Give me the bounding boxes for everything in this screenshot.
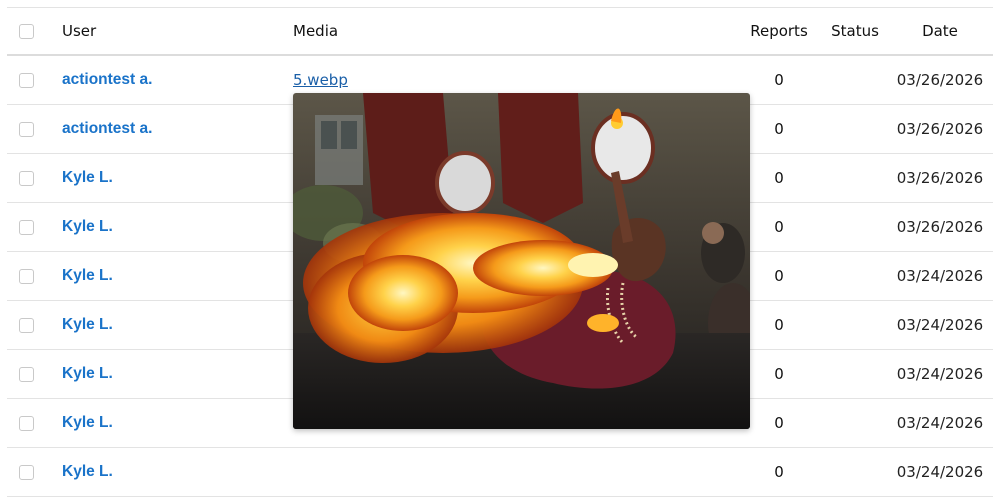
row-checkbox[interactable] (19, 317, 34, 333)
row-checkbox[interactable] (19, 366, 34, 382)
reports-count: 0 (774, 267, 784, 285)
row-checkbox[interactable] (19, 415, 34, 431)
header-status[interactable]: Status (829, 8, 881, 54)
media-link[interactable]: 5.webp (293, 71, 348, 89)
reports-count: 0 (774, 169, 784, 187)
select-all-checkbox[interactable] (19, 23, 34, 39)
media-preview-popup (293, 93, 750, 429)
user-link[interactable]: actiontest a. (62, 71, 152, 89)
row-checkbox[interactable] (19, 464, 34, 480)
table-header-row: User Media Reports Status Date (7, 7, 993, 56)
date-value: 03/24/2026 (896, 316, 984, 334)
media-preview-image (293, 93, 750, 429)
user-link[interactable]: Kyle L. (62, 218, 113, 236)
user-link[interactable]: Kyle L. (62, 169, 113, 187)
reports-count: 0 (774, 414, 784, 432)
row-checkbox[interactable] (19, 121, 34, 137)
row-checkbox[interactable] (19, 219, 34, 235)
user-link[interactable]: Kyle L. (62, 267, 113, 285)
row-checkbox[interactable] (19, 170, 34, 186)
reports-count: 0 (774, 120, 784, 138)
date-value: 03/26/2026 (896, 71, 984, 89)
user-link[interactable]: Kyle L. (62, 414, 113, 432)
user-link[interactable]: Kyle L. (62, 365, 113, 383)
header-reports[interactable]: Reports (747, 8, 811, 54)
header-date[interactable]: Date (887, 8, 993, 54)
reports-count: 0 (774, 218, 784, 236)
date-value: 03/24/2026 (896, 365, 984, 383)
date-value: 03/26/2026 (896, 218, 984, 236)
user-link[interactable]: Kyle L. (62, 463, 113, 481)
select-all-cell[interactable] (19, 8, 39, 54)
reports-count: 0 (774, 71, 784, 89)
row-checkbox[interactable] (19, 268, 34, 284)
date-value: 03/24/2026 (896, 267, 984, 285)
user-link[interactable]: Kyle L. (62, 316, 113, 334)
reports-count: 0 (774, 365, 784, 383)
header-user[interactable]: User (62, 8, 96, 54)
reports-count: 0 (774, 316, 784, 334)
header-media[interactable]: Media (293, 8, 338, 54)
table-row: Kyle L. 0 03/24/2026 (7, 448, 993, 497)
date-value: 03/26/2026 (896, 120, 984, 138)
date-value: 03/26/2026 (896, 169, 984, 187)
date-value: 03/24/2026 (896, 414, 984, 432)
date-value: 03/24/2026 (896, 463, 984, 481)
reports-count: 0 (774, 463, 784, 481)
row-checkbox[interactable] (19, 72, 34, 88)
user-link[interactable]: actiontest a. (62, 120, 152, 138)
